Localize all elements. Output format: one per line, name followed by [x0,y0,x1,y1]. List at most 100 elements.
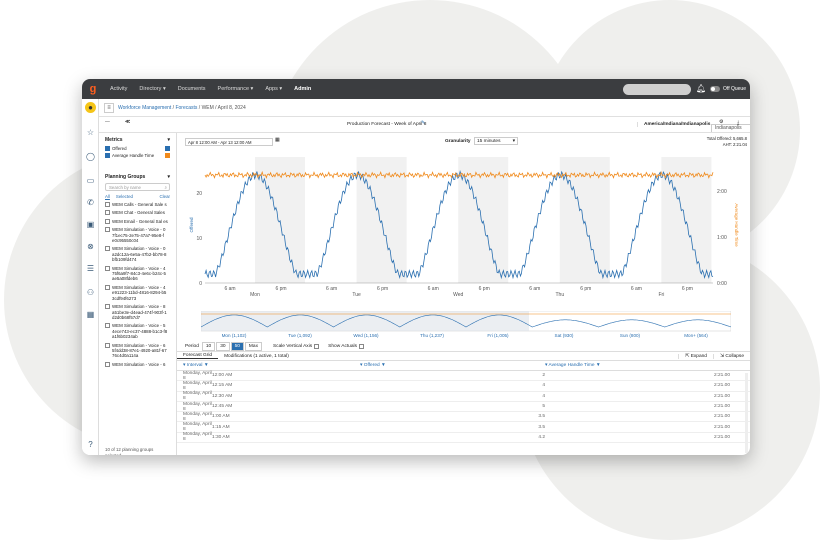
period-option[interactable]: Max [244,342,262,351]
breadcrumb-forecasts[interactable]: Forecasts [175,105,197,111]
x-day-label: Wed [453,292,463,298]
inbox-icon[interactable]: ▣ [85,219,96,230]
checkbox-icon[interactable] [105,246,110,252]
checkbox-icon[interactable] [105,227,110,233]
collapse-label: Collapse [725,353,744,359]
scale-axis-label: Scale Vertical Axis [272,344,313,349]
header-aht[interactable]: ▾ Average Handle Time ▼ [545,363,735,368]
user-avatar-icon[interactable]: ● [85,102,96,113]
planning-group-item[interactable]: WEM Calls - General Sale s [105,202,170,207]
checkbox-icon[interactable] [105,265,110,271]
metric-offered[interactable]: Offered [105,146,170,151]
period-option[interactable]: 10 [201,342,216,351]
nav-item-0[interactable]: Activity [104,79,133,99]
planning-group-label: WEM Calls - General Sale s [112,202,167,207]
settings-icon[interactable]: ⚙ [719,120,723,125]
genesys-logo-icon[interactable]: g [82,79,104,99]
checkbox-icon[interactable] [105,202,110,207]
date-range-input[interactable]: Apr 8 12:00 AM - Apr 13 12:00 AM [185,138,273,146]
collapse-button[interactable]: ⇲ Collapse [712,353,750,359]
checkbox-icon[interactable] [105,218,110,224]
checkbox-icon[interactable] [105,361,110,367]
table-row[interactable]: Monday, April 8 12:15 AM 4 2:21.00 [177,381,750,392]
checkbox-icon[interactable] [105,284,110,290]
expand-button[interactable]: ⇱ Expand [678,353,713,359]
grid-scrollbar[interactable] [745,373,748,453]
metric-aht[interactable]: Average Handle Time [105,153,170,158]
table-row[interactable]: Monday, April 8 12:30 AM 4 2:21.00 [177,391,750,402]
planning-group-item[interactable]: WEM Simulation - Voice - 5 4ece743-ec37-… [105,323,170,339]
off-queue-toggle[interactable] [710,86,720,92]
planning-group-list: WEM Calls - General Sale s WEM Chat - Gen… [99,202,176,367]
collapse-icon[interactable]: — [105,120,110,125]
question-icon[interactable]: ? [85,439,96,450]
download-icon[interactable]: ⤓ [737,120,739,126]
help-ring-icon[interactable]: ⊗ [85,241,96,252]
planning-group-item[interactable]: WEM Simulation - Voice - 0 7f1ec75-2e75-… [105,227,170,243]
grid-cell-day: Monday, April 8 [183,411,212,422]
checkbox-icon[interactable] [105,210,110,216]
show-actuals-label: Show Actuals [328,344,357,349]
filter-clear[interactable]: Clear [160,194,171,199]
checkbox-icon[interactable] [105,323,110,329]
table-row[interactable]: Monday, April 8 1:15 AM 3.5 2:21.00 [177,422,750,433]
checkbox-icon[interactable] [105,304,110,310]
checkbox-icon[interactable] [314,344,320,349]
checkbox-icon[interactable] [358,344,364,349]
header-offered[interactable]: ▾ Offered ▼ [360,363,545,368]
nav-item-1[interactable]: Directory ▾ [133,79,171,99]
table-row[interactable]: Monday, April 8 1:00 AM 3.5 2:21.00 [177,411,750,423]
edit-icon[interactable]: ✎ [421,121,425,126]
breadcrumb-workforce[interactable]: Workforce Management [118,105,171,111]
bell-icon[interactable]: 🔔︎ [696,84,706,93]
planning-group-item[interactable]: WEM Simulation - Voice - 4 e91223-11bd-4… [105,284,170,301]
planning-group-item[interactable]: WEM Simulation - Voice - 4 75f6a9f7-84c3… [105,265,170,282]
checkbox-checked-icon[interactable] [105,153,110,158]
x-tick: 6 pm [377,286,388,292]
planning-group-item[interactable]: WEM Simulation - Voice - 8 a51be3e-d4ead… [105,304,170,320]
period-option[interactable]: 50 [230,342,244,351]
filter-selected[interactable]: Selected [116,194,133,199]
planning-group-item[interactable]: WEM Chat - General Sales [105,210,170,216]
planning-group-label: WEM Simulation - Voice - 0 a2dc12a-6e5a-… [112,246,167,263]
planning-group-item[interactable]: WEM Simulation - Voice - 0 a2dc12a-6e5a-… [105,246,170,262]
planning-group-item[interactable]: WEM Email - General Sal es [105,218,170,224]
video-icon[interactable]: ▭ [85,175,96,186]
table-row[interactable]: Monday, April 8 1:30 AM 4.2 2:21.00 [177,432,750,444]
grid-apps-icon[interactable]: ▦ [85,309,96,320]
tab-modifications[interactable]: Modifications (1 active, 1 total) [218,354,295,359]
tab-forecast-grid[interactable]: Forecast Grid [177,353,219,359]
calendar-icon[interactable]: ▦ [275,138,280,143]
header-interval[interactable]: ▾ Interval ▼ [177,363,360,368]
nav-item-4[interactable]: Apps ▾ [259,79,288,99]
y-tick-left: 0 [199,281,202,287]
show-actuals-checkbox[interactable]: Show Actuals [328,344,364,349]
nav-item-2[interactable]: Documents [172,79,212,99]
hide-sidebar-icon[interactable]: ≪ [125,120,130,125]
nav-item-3[interactable]: Performance ▾ [212,79,260,99]
planning-group-label: WEM Simulation - Voice - 6 [112,361,166,367]
menu-icon[interactable]: ≡ [104,102,114,113]
chat-icon[interactable]: ◯ [85,151,96,162]
star-icon[interactable]: ☆ [85,127,96,138]
table-row[interactable]: Monday, April 8 12:45 AM 5 2:21.00 [177,402,750,413]
checkbox-icon[interactable] [105,342,110,348]
phone-icon[interactable]: ✆ [85,197,96,208]
table-row[interactable]: Monday, April 8 12:00 AM 2 2:21.00 [177,371,750,382]
granularity-select[interactable]: 15 minutes ▾ [474,137,518,145]
global-search-input[interactable] [623,84,691,95]
scale-axis-checkbox[interactable]: Scale Vertical Axis [272,344,320,349]
planning-group-item[interactable]: WEM Simulation - Voice - 6 5f4dd38-87e1-… [105,342,170,359]
planning-search-input[interactable]: Search by name ⌕ [105,183,170,191]
list-icon[interactable]: ☰ [85,263,96,274]
planning-group-item[interactable]: WEM Simulation - Voice - 6 [105,361,170,367]
people-icon[interactable]: ⚇ [85,287,96,298]
nav-item-5[interactable]: Admin [288,79,317,99]
grid-cell-time: 1:30 AM [212,434,230,440]
filter-all[interactable]: All [105,194,110,199]
grid-header: ▾ Interval ▼ ▾ Offered ▼ ▾ Average Handl… [177,361,750,371]
checkbox-checked-icon[interactable] [105,146,110,151]
metric-offered-label: Offered [112,146,127,151]
period-option[interactable]: 30 [216,342,230,351]
y-axis-label-right: Average Handle Time [734,203,739,247]
